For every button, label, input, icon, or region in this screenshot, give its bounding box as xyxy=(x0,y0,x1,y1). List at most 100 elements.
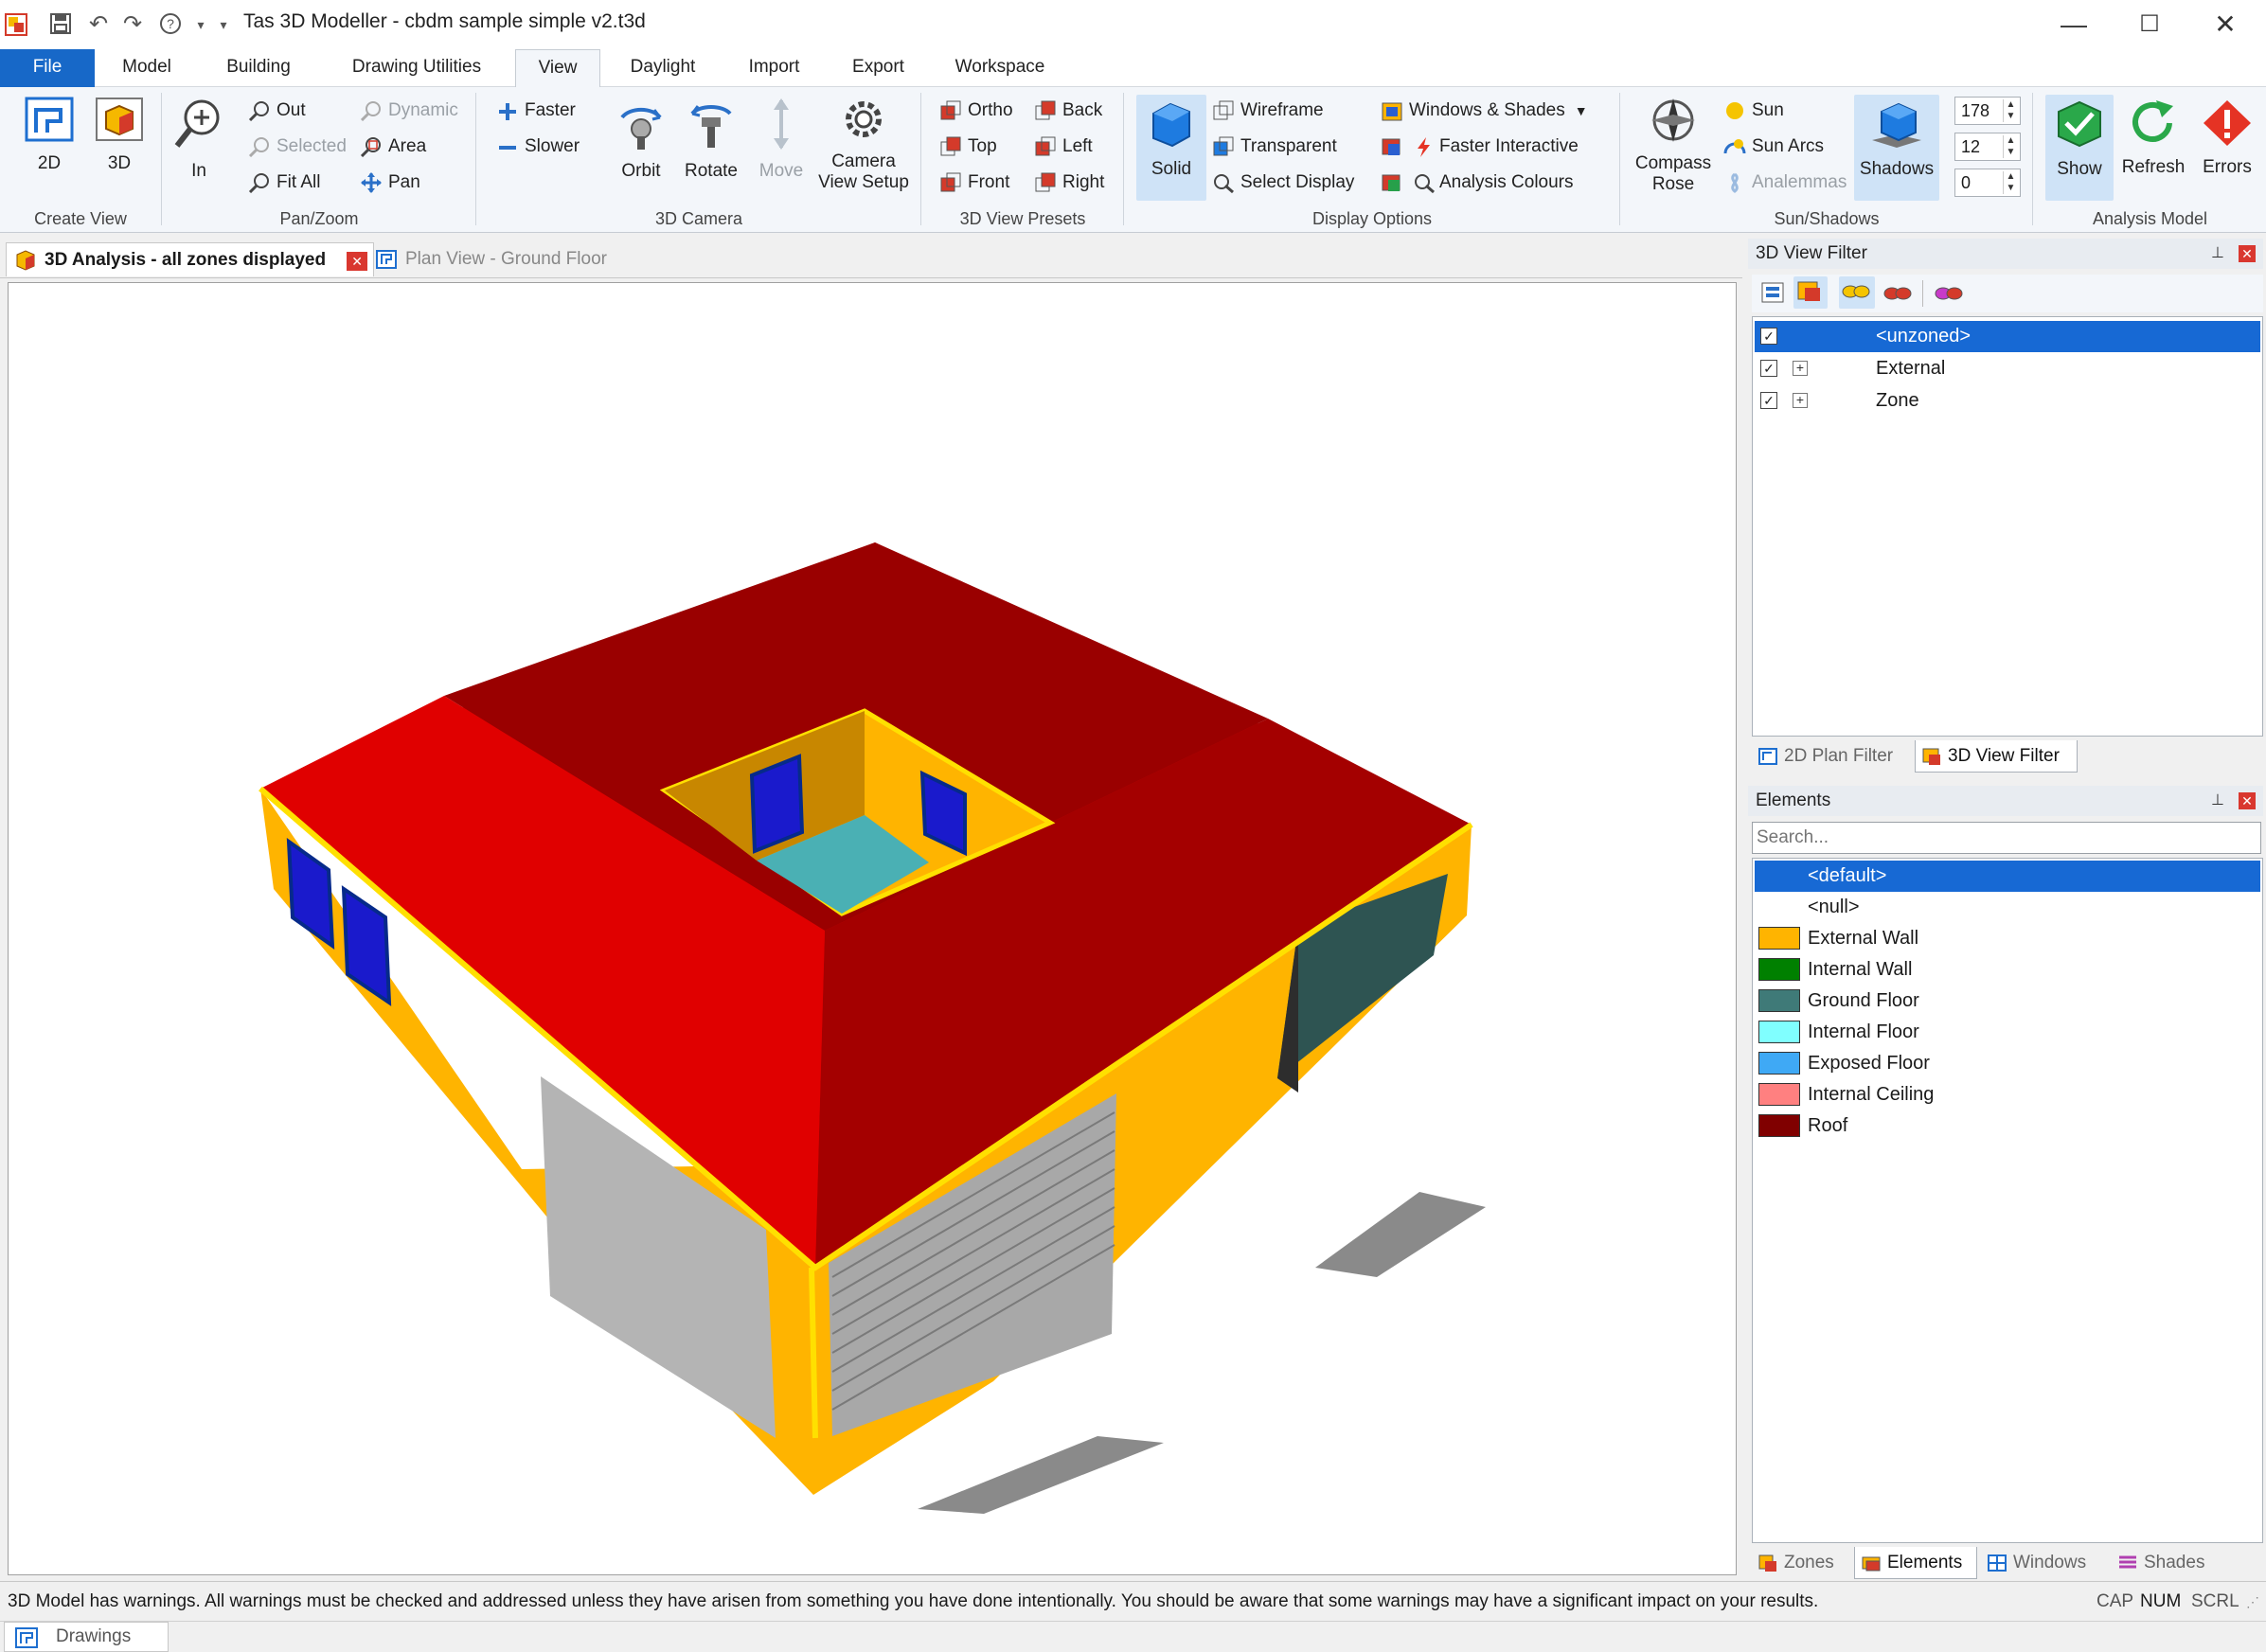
tab-zones[interactable]: Zones xyxy=(1752,1547,1856,1579)
rotate-button[interactable]: Rotate xyxy=(674,97,748,182)
element-row-internal-wall[interactable]: Internal Wall xyxy=(1755,954,2260,986)
preset-front-button[interactable]: Front xyxy=(937,169,1009,197)
close-tab-icon[interactable]: ✕ xyxy=(347,252,368,271)
element-row-null[interactable]: <null> xyxy=(1755,892,2260,923)
window-left-2[interactable] xyxy=(341,885,392,1006)
close-panel-icon[interactable]: ✕ xyxy=(2239,792,2256,809)
element-row-internal-floor[interactable]: Internal Floor xyxy=(1755,1017,2260,1048)
tab-model[interactable]: Model xyxy=(104,49,189,87)
shadows-button[interactable]: Shadows xyxy=(1854,95,1939,201)
filter-layers-icon[interactable] xyxy=(1759,280,1788,307)
pan-button[interactable]: Pan xyxy=(358,169,420,197)
preset-right-button[interactable]: Right xyxy=(1032,169,1104,197)
tab-3d-view-filter[interactable]: 3D View Filter xyxy=(1915,740,2078,773)
move-button[interactable]: Move xyxy=(746,97,816,182)
redo-icon[interactable]: ↷ xyxy=(119,11,146,38)
doc-tab-3d-analysis[interactable]: 3D Analysis - all zones displayed ✕ xyxy=(6,242,375,276)
element-row-internal-ceiling[interactable]: Internal Ceiling xyxy=(1755,1079,2260,1110)
element-row-roof[interactable]: Roof xyxy=(1755,1110,2260,1142)
close-panel-icon[interactable]: ✕ xyxy=(2239,245,2256,262)
resize-grip-icon[interactable]: ⋰ xyxy=(2246,1582,2259,1622)
zoom-out-button[interactable]: Out xyxy=(246,97,306,125)
tab-2d-plan-filter[interactable]: 2D Plan Filter xyxy=(1752,740,1911,773)
expand-plus-icon[interactable]: + xyxy=(1793,393,1808,408)
tab-import[interactable]: Import xyxy=(729,49,819,87)
close-window-button[interactable]: ✕ xyxy=(2187,0,2263,49)
tab-workspace[interactable]: Workspace xyxy=(943,49,1057,87)
solid-button[interactable]: Solid xyxy=(1136,95,1206,201)
camera-slower-button[interactable]: Slower xyxy=(494,133,580,161)
minimize-button[interactable]: — xyxy=(2036,0,2112,49)
preset-top-button[interactable]: Top xyxy=(937,133,997,161)
tab-elements[interactable]: Elements xyxy=(1854,1547,1977,1579)
customize-toolbar-icon[interactable]: ▾ xyxy=(210,11,237,38)
sun-arcs-button[interactable]: Sun Arcs xyxy=(1722,133,1824,161)
tab-daylight[interactable]: Daylight xyxy=(616,49,710,87)
show-analysis-button[interactable]: Show xyxy=(2045,95,2114,201)
spinner-arrows-icon[interactable]: ▲ ▼ xyxy=(2003,99,2018,122)
chain-red-icon[interactable] xyxy=(1881,278,1915,309)
drawings-tab[interactable]: Drawings xyxy=(4,1622,169,1652)
save-icon[interactable] xyxy=(47,11,74,38)
camera-faster-button[interactable]: Faster xyxy=(494,97,576,125)
undo-icon[interactable]: ↶ xyxy=(85,11,112,38)
errors-button[interactable]: Errors xyxy=(2191,98,2263,178)
sun-day-spinner[interactable]: 178 ▲ ▼ xyxy=(1954,97,2021,125)
doc-tab-plan-view[interactable]: Plan View - Ground Floor xyxy=(367,242,607,276)
element-row-external-wall[interactable]: External Wall xyxy=(1755,923,2260,954)
spinner-arrows-icon[interactable]: ▲ ▼ xyxy=(2003,171,2018,194)
spinner-arrows-icon[interactable]: ▲ ▼ xyxy=(2003,135,2018,158)
window-courtyard-1[interactable] xyxy=(749,754,805,854)
filter-group-1-toggle[interactable] xyxy=(1839,276,1875,309)
filter-zones-toggle[interactable] xyxy=(1793,276,1828,309)
sun-hour-spinner[interactable]: 12 ▲ ▼ xyxy=(1954,133,2021,161)
filter-row-unzoned[interactable]: ✓ <unzoned> xyxy=(1755,321,2260,352)
pin-icon[interactable]: ⊥ xyxy=(2210,791,2225,810)
preset-back-button[interactable]: Back xyxy=(1032,97,1102,125)
zoom-in-button[interactable]: In xyxy=(169,97,229,182)
checkbox-checked-icon[interactable]: ✓ xyxy=(1760,328,1777,345)
zoom-selected-button[interactable]: Selected xyxy=(246,133,347,161)
filter-row-zone[interactable]: ✓ + Zone xyxy=(1755,385,2260,417)
tab-file[interactable]: File xyxy=(0,49,95,87)
preset-ortho-button[interactable]: Ortho xyxy=(937,97,1013,125)
element-row-default[interactable]: <default> xyxy=(1755,861,2260,892)
checkbox-checked-icon[interactable]: ✓ xyxy=(1760,392,1777,409)
wireframe-button[interactable]: Wireframe xyxy=(1210,97,1324,125)
building-3d-model[interactable] xyxy=(9,283,1738,1576)
sun-minute-spinner[interactable]: 0 ▲ ▼ xyxy=(1954,169,2021,197)
tab-building[interactable]: Building xyxy=(206,49,311,87)
refresh-button[interactable]: Refresh xyxy=(2115,98,2191,178)
window-left-1[interactable] xyxy=(286,837,335,950)
zoom-area-button[interactable]: Area xyxy=(358,133,426,161)
pin-icon[interactable]: ⊥ xyxy=(2210,244,2225,263)
preset-left-button[interactable]: Left xyxy=(1032,133,1093,161)
checkbox-checked-icon[interactable]: ✓ xyxy=(1760,360,1777,377)
windows-shades-button[interactable]: Windows & Shades ▼ xyxy=(1379,97,1588,125)
element-row-exposed-floor[interactable]: Exposed Floor xyxy=(1755,1048,2260,1079)
camera-view-setup-button[interactable]: Camera View Setup xyxy=(812,97,915,193)
compass-rose-button[interactable]: Compass Rose xyxy=(1631,97,1716,195)
tab-export[interactable]: Export xyxy=(833,49,923,87)
windows-shades-dropdown-icon[interactable]: ▼ xyxy=(1575,103,1588,118)
fit-all-button[interactable]: Fit All xyxy=(246,169,320,197)
tab-drawing-utilities[interactable]: Drawing Utilities xyxy=(331,49,502,87)
help-icon[interactable]: ? xyxy=(157,11,184,38)
create-3d-view-button[interactable]: 3D xyxy=(85,97,153,174)
analysis-colours-button[interactable]: Analysis Colours xyxy=(1379,169,1574,197)
select-display-button[interactable]: Select Display xyxy=(1210,169,1354,197)
zoom-dynamic-button[interactable]: Dynamic xyxy=(358,97,458,125)
tab-windows[interactable]: Windows xyxy=(1981,1547,2108,1579)
expand-plus-icon[interactable]: + xyxy=(1793,361,1808,376)
tab-view[interactable]: View xyxy=(515,49,600,88)
transparent-button[interactable]: Transparent xyxy=(1210,133,1337,161)
analemmas-button[interactable]: Analemmas xyxy=(1722,169,1847,197)
element-row-ground-floor[interactable]: Ground Floor xyxy=(1755,986,2260,1017)
create-2d-view-button[interactable]: 2D xyxy=(15,97,83,174)
chain-purple-icon[interactable] xyxy=(1932,278,1966,309)
sun-button[interactable]: Sun xyxy=(1722,97,1784,125)
tab-shades[interactable]: Shades xyxy=(2112,1547,2225,1579)
maximize-button[interactable]: ☐ xyxy=(2112,0,2187,49)
3d-viewport[interactable] xyxy=(8,282,1737,1575)
elements-search-input[interactable] xyxy=(1752,822,2261,854)
